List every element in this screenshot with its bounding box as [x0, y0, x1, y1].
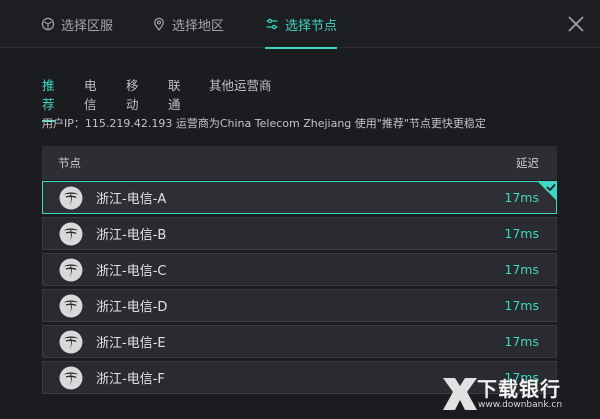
- server-icon: [41, 17, 55, 31]
- tab-label: 选择区服: [61, 18, 114, 34]
- node-name: 浙江-电信-C: [96, 264, 167, 279]
- node-name: 浙江-电信-E: [96, 336, 166, 351]
- tab-label: 选择地区: [172, 18, 225, 34]
- china-telecom-logo-icon: [59, 222, 83, 246]
- subtab-other-carriers[interactable]: 其他运营商: [209, 75, 289, 102]
- column-header-node: 节点: [58, 156, 81, 170]
- top-tab-bar: 选择区服 选择地区 选择节点: [0, 0, 600, 49]
- node-latency: 17ms: [504, 262, 539, 277]
- node-latency: 17ms: [504, 334, 539, 349]
- node-name: 浙江-电信-F: [96, 372, 165, 387]
- node-latency: 17ms: [504, 226, 539, 241]
- china-telecom-logo-icon: [59, 258, 83, 282]
- tab-label: 选择节点: [285, 18, 338, 34]
- node-row[interactable]: 浙江-电信-B 17ms: [42, 217, 557, 250]
- node-latency: 17ms: [504, 190, 539, 205]
- sliders-icon: [266, 18, 278, 30]
- node-row[interactable]: 浙江-电信-A 17ms: [42, 181, 557, 214]
- node-name: 浙江-电信-B: [96, 228, 167, 243]
- tab-select-region[interactable]: 选择地区: [152, 0, 224, 48]
- node-name: 浙江-电信-D: [96, 300, 168, 315]
- selected-check-icon: [537, 181, 557, 201]
- tab-select-server[interactable]: 选择区服: [41, 0, 113, 48]
- china-telecom-logo-icon: [59, 330, 83, 354]
- location-pin-icon: [154, 17, 164, 31]
- node-row[interactable]: 浙江-电信-C 17ms: [42, 253, 557, 286]
- node-list: 浙江-电信-A 17ms 浙江-电信-B 17ms 浙江-电信-C 17ms 浙江-电信-D…: [42, 181, 557, 397]
- user-ip-info: 用户IP：115.219.42.193 运营商为China Telecom Zh…: [42, 117, 486, 130]
- watermark-url: www.downbank.cn: [478, 400, 563, 410]
- china-telecom-logo-icon: [59, 186, 83, 210]
- china-telecom-logo-icon: [59, 294, 83, 318]
- table-header: 节点 延迟: [42, 146, 557, 180]
- node-name: 浙江-电信-A: [96, 192, 167, 207]
- china-telecom-logo-icon: [59, 366, 83, 390]
- column-header-latency: 延迟: [516, 156, 539, 170]
- node-row[interactable]: 浙江-电信-D 17ms: [42, 289, 557, 322]
- tab-select-node[interactable]: 选择节点: [265, 0, 338, 49]
- node-latency: 17ms: [504, 298, 539, 313]
- close-icon[interactable]: [565, 13, 587, 35]
- watermark-text: 下载银行: [477, 377, 561, 401]
- node-row[interactable]: 浙江-电信-E 17ms: [42, 325, 557, 358]
